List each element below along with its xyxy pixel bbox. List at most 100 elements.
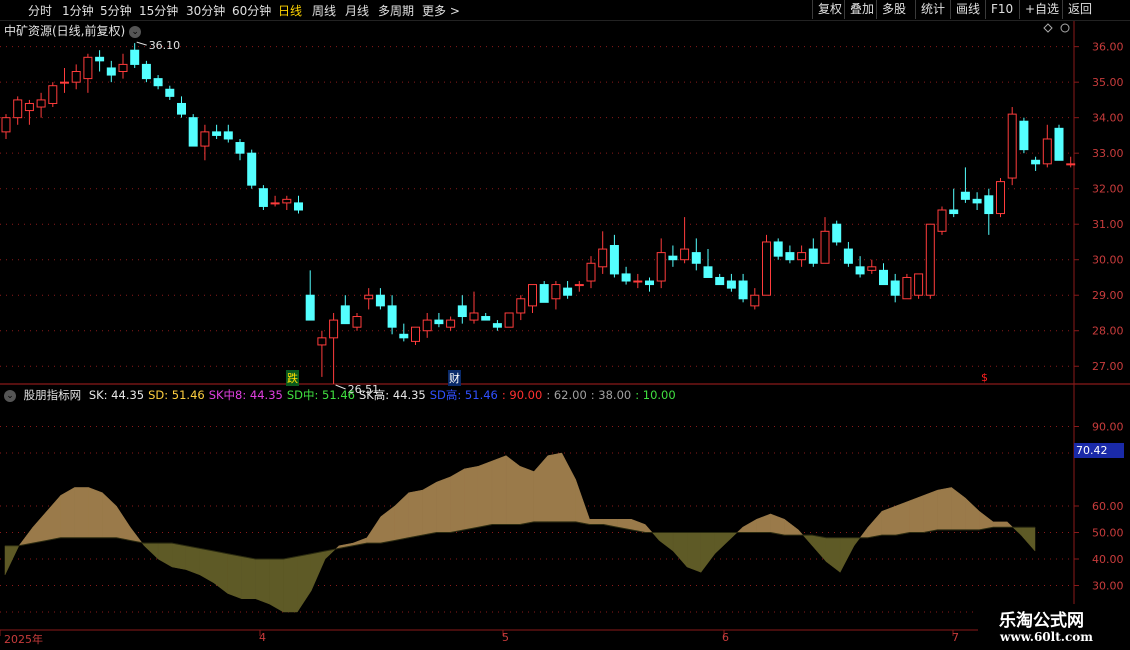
candle-body — [1, 117, 11, 133]
indicator-area — [436, 476, 451, 533]
indicator-area — [102, 492, 117, 539]
candle-body — [141, 63, 151, 80]
indicator-item-2: SK中8: 44.35 — [208, 388, 283, 402]
watermark-url: www.60lt.com — [1000, 630, 1093, 644]
candle-body — [71, 71, 81, 83]
candle-body — [258, 188, 268, 207]
candle-body — [1031, 159, 1041, 165]
indicator-area — [951, 486, 966, 531]
candle-body — [539, 284, 549, 303]
candle-body — [996, 181, 1005, 215]
indicator-area — [651, 532, 660, 542]
candle-body — [153, 78, 163, 87]
xaxis-label-1: 4 — [259, 631, 266, 644]
candle-body — [925, 223, 935, 296]
price-tick-label: 36.00 — [1092, 41, 1124, 54]
indicator-area — [756, 513, 771, 533]
candle-body — [200, 131, 210, 147]
candle-body — [762, 241, 771, 296]
candle-body — [773, 241, 783, 257]
candle-body — [867, 266, 877, 271]
indicator-area — [464, 465, 479, 531]
indicator-area — [143, 542, 159, 560]
indicator-area — [157, 542, 173, 568]
candle-body — [235, 142, 245, 154]
indicator-area — [505, 455, 521, 525]
candle-body — [247, 152, 257, 186]
indicator-area — [589, 519, 604, 525]
candle-body — [1019, 120, 1029, 151]
indicator-area — [992, 521, 1008, 528]
circle-icon — [1060, 23, 1070, 33]
candle-body — [668, 255, 678, 261]
price-tick-label: 29.00 — [1092, 289, 1124, 302]
xaxis-label-2: 5 — [502, 631, 509, 644]
candle-body — [375, 294, 385, 307]
xaxis-label-4: 7 — [952, 631, 959, 644]
indicator-area — [491, 455, 507, 525]
high-price-label: 36.10 — [149, 39, 181, 52]
candle-body — [329, 319, 339, 339]
candle-body — [984, 195, 994, 215]
indicator-area — [171, 542, 187, 570]
candle-body — [797, 252, 807, 261]
candle-body — [340, 305, 350, 325]
candle-body — [598, 248, 608, 268]
indicator-area — [1006, 521, 1014, 528]
xaxis-label-3: 6 — [722, 631, 729, 644]
candle-body — [294, 202, 303, 211]
candle-body — [434, 319, 444, 325]
candle-body — [364, 294, 374, 300]
candle-body — [212, 131, 222, 136]
candle-body — [691, 252, 701, 264]
indicator-area — [185, 545, 201, 576]
indicator-area — [853, 537, 861, 547]
candle-body — [879, 269, 888, 286]
candle-body — [528, 284, 537, 307]
indicator-area — [88, 487, 103, 539]
indicator-item-5: SD高: 51.46 — [429, 388, 498, 402]
indicator-name[interactable]: 股朋指标网 — [24, 388, 82, 402]
indicator-item-3: SD中: 51.46 — [286, 388, 355, 402]
candle-body — [609, 245, 619, 275]
chart-marker-1[interactable]: 财 — [448, 370, 461, 386]
candle-body — [656, 252, 666, 282]
indicator-area — [60, 487, 75, 539]
indicator-area — [310, 550, 326, 591]
indicator-area — [116, 505, 131, 541]
candle-body — [855, 266, 865, 275]
indicator-area — [802, 534, 813, 547]
candle-body — [60, 81, 69, 84]
indicator-menu-icon[interactable]: ⌄ — [4, 390, 16, 402]
candle-body — [785, 252, 795, 261]
indicator-item-0: SK: 44.35 — [88, 388, 145, 402]
candle-body — [305, 294, 315, 321]
indicator-area — [979, 510, 994, 531]
indicator-area — [269, 558, 284, 613]
candle-body — [820, 230, 830, 264]
candle-body — [504, 312, 514, 328]
candle-body — [457, 305, 467, 318]
candle-body — [563, 287, 573, 296]
candle-body — [177, 102, 186, 115]
indicator-area — [227, 553, 242, 600]
candle-body — [422, 319, 432, 332]
candle-body — [270, 202, 280, 205]
chart-marker-0[interactable]: 跌 — [286, 370, 299, 386]
candle-body — [36, 99, 46, 108]
indicator-tick-label: 60.00 — [1092, 500, 1124, 513]
candle-body — [1054, 127, 1064, 161]
price-tick-label: 32.00 — [1092, 183, 1124, 196]
indicator-area — [770, 513, 785, 536]
candle-body — [703, 266, 713, 278]
xaxis-label-0: 2025年 — [4, 633, 43, 646]
candle-body — [1066, 163, 1076, 166]
indicator-area — [672, 532, 688, 568]
kline-chart[interactable]: 36.00 35.00 34.00 33.00 32.00 31.00 30.00 29.00… — [0, 0, 1130, 650]
candle-body — [726, 280, 736, 289]
chart-marker-2[interactable]: $ — [980, 371, 989, 384]
candle-body — [165, 88, 175, 97]
indicator-area — [700, 532, 716, 573]
indicator-tick-label: 90.00 — [1092, 421, 1124, 434]
candle-body — [843, 248, 853, 264]
